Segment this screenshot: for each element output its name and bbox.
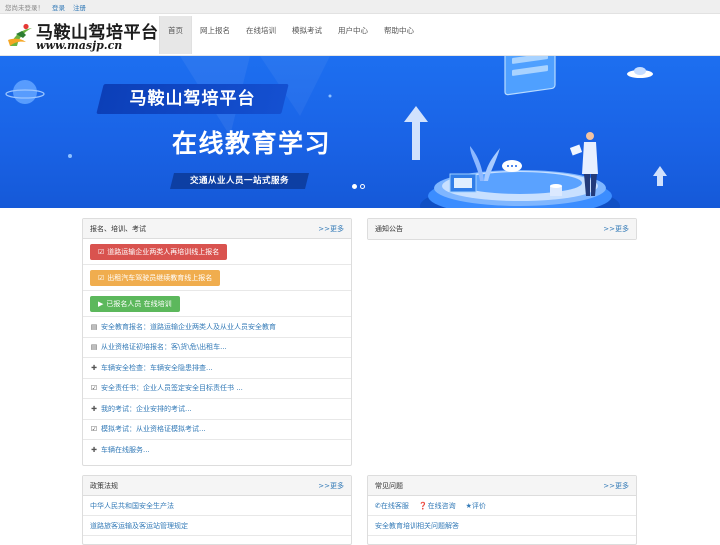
online-service-link[interactable]: ✆在线客服 <box>375 501 409 511</box>
banner-tagline: 交通从业人员一站式服务 <box>189 176 289 186</box>
login-status-text: 您尚未登录！ <box>5 3 44 12</box>
list-item[interactable]: ☑ 模拟考试：从业资格证模拟考试... <box>83 420 351 440</box>
policy-panel-title: 政策法规 <box>90 481 118 490</box>
nav-online-training[interactable]: 在线培训 <box>238 16 284 54</box>
registration-more-link[interactable]: >>更多 <box>318 224 344 234</box>
faq-panel-title: 常见问题 <box>375 481 403 490</box>
carousel-dots <box>352 184 365 189</box>
faq-more-link[interactable]: >>更多 <box>603 481 629 491</box>
banner-tagline-pill: 交通从业人员一站式服务 <box>170 173 309 189</box>
list-item-label: 车辆在线服务... <box>101 446 150 455</box>
login-link[interactable]: 登录 <box>52 2 65 12</box>
list-item[interactable]: ☑ 安全责任书：企业人员签定安全目标责任书 ... <box>83 379 351 399</box>
top-status-bar: 您尚未登录！ 登录 注册 <box>0 0 720 14</box>
list-item-label: 模拟考试：从业资格证模拟考试... <box>101 425 206 434</box>
policy-panel-header: 政策法规 >>更多 <box>83 476 351 496</box>
site-logo[interactable]: 马鞍山驾培平台 www.masjp.cn <box>6 18 158 56</box>
tool-label: 在线客服 <box>380 501 409 510</box>
button-row: ☑ 出租汽车驾驶员继续教育线上报名 <box>83 265 351 291</box>
button-label: 道路运输企业两类人再培训线上报名 <box>107 247 220 256</box>
taxi-driver-education-signup-button[interactable]: ☑ 出租汽车驾驶员继续教育线上报名 <box>90 269 221 286</box>
online-training-button[interactable]: ▶ 已报名人员 在线培训 <box>90 295 180 312</box>
list-item[interactable]: 道路旅客运输及客运站管理规定 <box>83 516 351 536</box>
banner-ribbon-text: 马鞍山驾培平台 <box>129 89 256 109</box>
plus-icon: ✚ <box>91 404 97 413</box>
registration-panel-header: 报名、培训、考试 >>更多 <box>83 219 351 239</box>
list-icon: ▤ <box>90 322 98 331</box>
banner-ribbon: 马鞍山驾培平台 <box>96 84 289 114</box>
check-square-icon: ☑ <box>90 425 98 434</box>
list-item-label: 安全教育报名：道路运输企业两类人及从业人员安全教育 <box>101 322 276 331</box>
nav-mock-exam[interactable]: 模拟考试 <box>284 16 330 54</box>
list-icon: ▤ <box>90 343 98 352</box>
nav-help-center[interactable]: 帮助中心 <box>376 16 422 54</box>
registration-panel-title: 报名、培训、考试 <box>90 224 146 233</box>
tool-label: 在线咨询 <box>427 501 456 510</box>
enterprise-retraining-signup-button[interactable]: ☑ 道路运输企业两类人再培训线上报名 <box>90 243 228 260</box>
rating-link[interactable]: ★评价 <box>466 501 486 511</box>
notice-panel-title: 通知公告 <box>375 225 403 233</box>
list-item[interactable]: ▤ 安全教育报名：道路运输企业两类人及从业人员安全教育 <box>83 317 351 338</box>
list-item-label: 车辆安全检查：车辆安全隐患排查... <box>101 363 213 372</box>
site-header: 马鞍山驾培平台 www.masjp.cn 首页 网上报名 在线培训 模拟考试 用… <box>0 14 720 56</box>
list-item[interactable]: ✚ 我的考试：企业安排的考试... <box>83 399 351 420</box>
list-item-label: 我的考试：企业安排的考试... <box>101 404 192 413</box>
list-item-label: 安全责任书：企业人员签定安全目标责任书 ... <box>101 384 243 393</box>
faq-panel: 常见问题 >>更多 ✆在线客服 ❓在线咨询 ★评价 安全教育培训相关问题解答 <box>367 475 637 545</box>
button-row: ▶ 已报名人员 在线培训 <box>83 291 351 317</box>
register-link[interactable]: 注册 <box>73 2 86 12</box>
carousel-dot-2[interactable] <box>360 184 365 189</box>
plus-icon: ✚ <box>91 446 97 455</box>
nav-home[interactable]: 首页 <box>159 16 192 54</box>
list-item-label: 从业资格证初培报名：客\货\危\出租车... <box>101 343 227 352</box>
check-square-icon: ☑ <box>90 384 98 393</box>
nav-online-registration[interactable]: 网上报名 <box>192 16 238 54</box>
main-nav: 首页 网上报名 在线培训 模拟考试 用户中心 帮助中心 <box>159 14 422 56</box>
hero-banner[interactable]: 马鞍山驾培平台 在线教育学习 交通从业人员一站式服务 <box>0 56 720 208</box>
list-item[interactable]: 中华人民共和国安全生产法 <box>83 496 351 516</box>
runner-logo-icon <box>8 23 32 46</box>
tool-label: 评价 <box>471 501 486 510</box>
check-square-icon: ☑ <box>98 273 105 282</box>
notice-more-link[interactable]: >>更多 <box>603 224 629 234</box>
faq-tools-row: ✆在线客服 ❓在线咨询 ★评价 <box>368 496 636 516</box>
question-icon: ❓ <box>418 501 428 510</box>
faq-panel-header: 常见问题 >>更多 <box>368 476 636 496</box>
policy-panel: 政策法规 >>更多 中华人民共和国安全生产法 道路旅客运输及客运站管理规定 <box>82 475 352 545</box>
button-row: ☑ 道路运输企业两类人再培训线上报名 <box>83 239 351 265</box>
play-icon: ▶ <box>98 299 104 308</box>
button-label: 已报名人员 在线培训 <box>106 299 172 308</box>
list-item[interactable]: 安全教育培训相关问题解答 <box>368 516 636 536</box>
notice-panel-header: 通知公告 >>更多 <box>368 219 636 239</box>
list-item[interactable]: ✚ 车辆在线服务... <box>83 440 351 461</box>
nav-user-center[interactable]: 用户中心 <box>330 16 376 54</box>
online-consult-link[interactable]: ❓在线咨询 <box>419 501 456 511</box>
list-item[interactable]: ✚ 车辆安全检查：车辆安全隐患排查... <box>83 358 351 379</box>
plus-icon: ✚ <box>91 363 97 372</box>
button-label: 出租汽车驾驶员继续教育线上报名 <box>107 273 213 282</box>
check-square-icon: ☑ <box>98 247 105 256</box>
policy-more-link[interactable]: >>更多 <box>318 481 344 491</box>
carousel-dot-1[interactable] <box>352 184 357 189</box>
notice-panel: 通知公告 >>更多 <box>367 218 637 240</box>
registration-panel: 报名、培训、考试 >>更多 ☑ 道路运输企业两类人再培训线上报名 ☑ 出租汽车驾… <box>82 218 352 466</box>
banner-headline: 在线教育学习 <box>172 129 332 158</box>
logo-url: www.masjp.cn <box>36 39 123 52</box>
list-item[interactable]: ▤ 从业资格证初培报名：客\货\危\出租车... <box>83 338 351 358</box>
